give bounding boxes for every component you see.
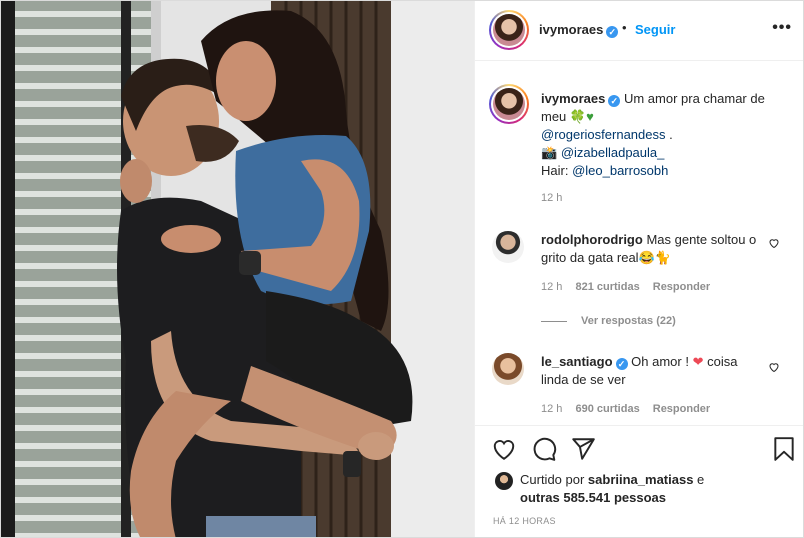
post-header: ivymoraes ✓ • Seguir ••• <box>475 1 803 61</box>
comment-body-start: Oh amor ! <box>631 354 693 369</box>
comment-meta: 12 h 690 curtidas Responder <box>541 403 710 415</box>
reply-button[interactable]: Responder <box>653 403 710 415</box>
view-replies-label: Ver respostas (22) <box>581 315 676 327</box>
follow-button[interactable]: Seguir <box>635 22 675 37</box>
replies-divider-line <box>541 320 567 322</box>
like-heart-icon[interactable] <box>491 436 517 462</box>
instagram-post: ivymoraes ✓ • Seguir ••• ivymoraes ✓ Um am… <box>0 0 804 538</box>
commenter-username[interactable]: le_santiago <box>541 354 613 369</box>
liked-by-prefix: Curtido por <box>520 472 588 487</box>
liker-avatar[interactable] <box>495 472 513 490</box>
separator-dot: • <box>622 20 627 35</box>
comment-time[interactable]: 12 h <box>541 281 562 293</box>
comments-section[interactable]: ivymoraes ✓ Um amor pra chamar de meu 🍀♥ … <box>475 62 803 425</box>
couple-photo-illustration <box>1 1 474 537</box>
likes-summary: Curtido por sabriina_matiass e outras 58… <box>475 469 803 513</box>
others-likes-count[interactable]: outras 585.541 pessoas <box>520 490 666 505</box>
comment-likes[interactable]: 821 curtidas <box>575 281 639 293</box>
hair-label: Hair: <box>541 163 573 178</box>
comment-like-heart-icon[interactable] <box>768 237 780 249</box>
liker-username[interactable]: sabriina_matiass <box>588 472 694 487</box>
mention-link[interactable]: @rogeriosfernandess <box>541 127 665 142</box>
camera-icon: 📸 <box>541 145 558 160</box>
caption-text: ivymoraes ✓ Um amor pra chamar de meu 🍀♥ … <box>541 90 791 180</box>
author-username-row: ivymoraes ✓ <box>539 22 619 38</box>
commenter-username[interactable]: rodolphorodrigo <box>541 232 643 247</box>
commenter-avatar[interactable] <box>492 353 524 385</box>
reply-button[interactable]: Responder <box>653 281 710 293</box>
verified-badge-icon: ✓ <box>615 358 628 370</box>
photographer-mention-link[interactable]: @izabelladpaula_ <box>561 145 665 160</box>
red-heart-icon: ❤ <box>692 354 704 369</box>
more-options-icon[interactable]: ••• <box>772 19 792 37</box>
caption-author-avatar[interactable] <box>489 84 529 124</box>
likes-connector: e <box>693 472 705 487</box>
likes-text: Curtido por sabriina_matiass e outras 58… <box>520 471 790 507</box>
caption-emoji: 🍀♥ <box>569 109 594 124</box>
share-icon[interactable] <box>570 436 596 462</box>
post-photo[interactable] <box>1 1 474 537</box>
author-avatar[interactable] <box>489 10 529 50</box>
comment-text: le_santiago ✓ Oh amor ! ❤ coisa linda de … <box>541 353 761 389</box>
comment-time[interactable]: 12 h <box>541 403 562 415</box>
verified-badge-icon: ✓ <box>608 95 621 107</box>
post-actions-bar <box>475 425 803 469</box>
verified-badge-icon: ✓ <box>606 26 619 38</box>
comment-likes[interactable]: 690 curtidas <box>575 403 639 415</box>
caption-username[interactable]: ivymoraes <box>541 91 605 106</box>
comment-meta: 12 h 821 curtidas Responder <box>541 281 710 293</box>
save-bookmark-icon[interactable] <box>771 436 797 462</box>
comment-text: rodolphorodrigo Mas gente soltou o grito… <box>541 231 761 267</box>
post-timestamp[interactable]: HÁ 12 HORAS <box>493 516 556 526</box>
post-side-panel: ivymoraes ✓ • Seguir ••• ivymoraes ✓ Um am… <box>474 1 803 537</box>
author-username[interactable]: ivymoraes <box>539 22 603 37</box>
hair-mention-link[interactable]: @leo_barrosobh <box>572 163 668 178</box>
view-replies-button[interactable]: Ver respostas (22) <box>541 315 676 327</box>
caption-period: . <box>665 127 673 142</box>
caption-timestamp[interactable]: 12 h <box>541 192 562 204</box>
comment-like-heart-icon[interactable] <box>768 361 780 373</box>
comment-icon[interactable] <box>531 436 557 462</box>
commenter-avatar[interactable] <box>492 231 524 263</box>
